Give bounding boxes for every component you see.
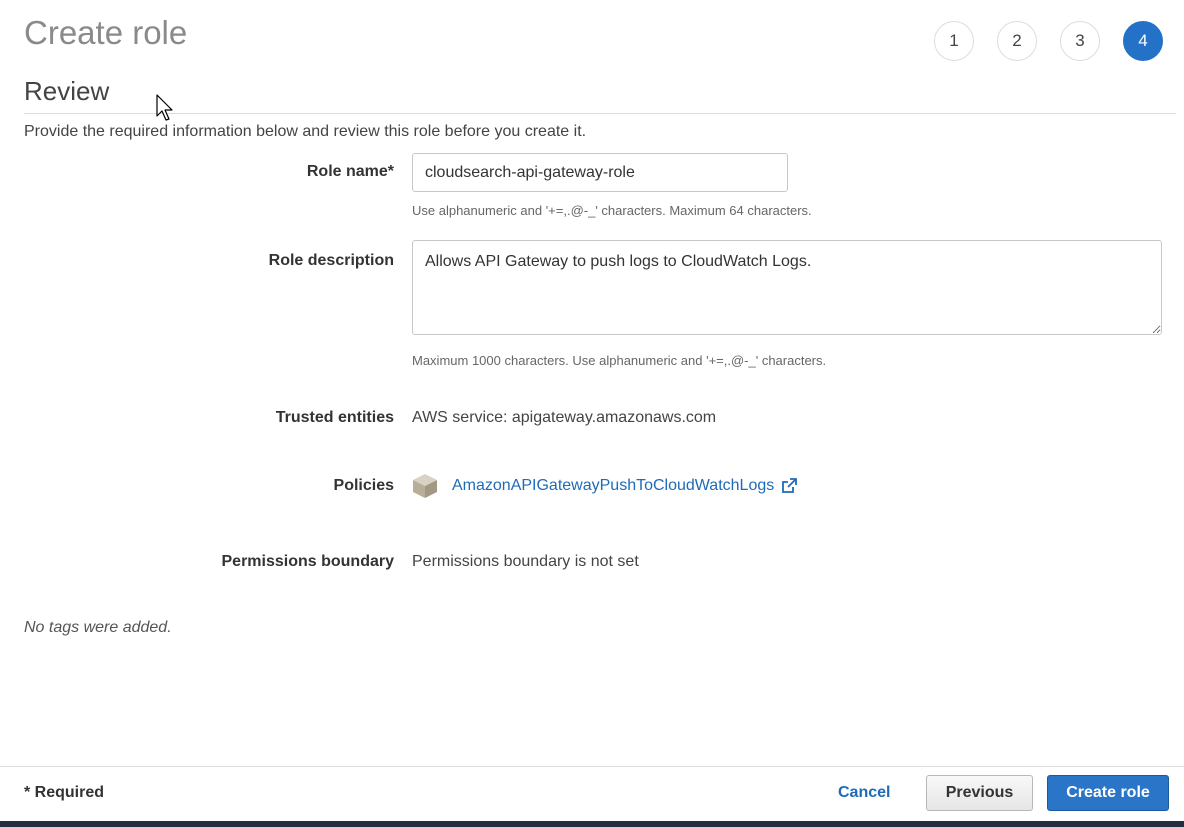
policy-link[interactable]: AmazonAPIGatewayPushToCloudWatchLogs xyxy=(452,477,798,495)
cancel-button[interactable]: Cancel xyxy=(838,784,890,802)
section-divider xyxy=(24,113,1176,114)
required-note: * Required xyxy=(24,784,105,801)
create-role-page: Create role 1 2 3 4 Review Provide the r… xyxy=(0,0,1184,827)
footer-divider xyxy=(0,766,1184,767)
section-intro: Provide the required information below a… xyxy=(24,123,587,140)
previous-button[interactable]: Previous xyxy=(926,775,1033,811)
tags-note: No tags were added. xyxy=(24,619,172,636)
step-3[interactable]: 3 xyxy=(1060,21,1100,61)
role-description-textarea[interactable]: Allows API Gateway to push logs to Cloud… xyxy=(412,240,1162,335)
policy-box-icon xyxy=(413,474,437,498)
role-description-hint: Maximum 1000 characters. Use alphanumeri… xyxy=(412,353,827,368)
policies-label: Policies xyxy=(333,477,394,494)
section-title: Review xyxy=(24,76,110,106)
page-title: Create role xyxy=(24,14,188,51)
permissions-boundary-label: Permissions boundary xyxy=(221,553,395,570)
policy-row: AmazonAPIGatewayPushToCloudWatchLogs xyxy=(412,473,798,499)
role-description-label: Role description xyxy=(268,252,394,269)
step-4-active[interactable]: 4 xyxy=(1123,21,1163,61)
trusted-entities-label: Trusted entities xyxy=(275,409,394,426)
role-name-hint: Use alphanumeric and '+=,.@-_' character… xyxy=(412,203,812,218)
role-name-input[interactable] xyxy=(412,153,788,192)
external-link-icon xyxy=(782,478,798,493)
step-2[interactable]: 2 xyxy=(997,21,1037,61)
bottom-bar xyxy=(0,821,1184,827)
wizard-steps: 1 2 3 4 xyxy=(934,21,1163,61)
trusted-entities-value: AWS service: apigateway.amazonaws.com xyxy=(412,409,717,426)
role-name-label: Role name* xyxy=(306,163,394,180)
mouse-cursor-icon xyxy=(156,94,173,121)
policy-name: AmazonAPIGatewayPushToCloudWatchLogs xyxy=(452,477,775,494)
permissions-boundary-value: Permissions boundary is not set xyxy=(412,553,639,570)
step-1[interactable]: 1 xyxy=(934,21,974,61)
create-role-button[interactable]: Create role xyxy=(1047,775,1169,811)
